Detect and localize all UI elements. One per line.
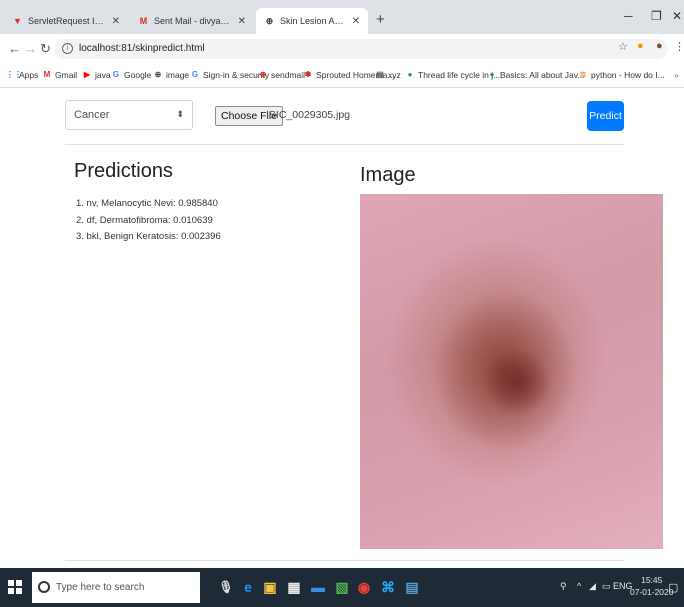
- tab-sent-mail[interactable]: M Sent Mail - divyakarthikeyan514 ✕: [130, 8, 254, 34]
- more-bookmarks-icon[interactable]: »: [674, 70, 679, 80]
- address-bar-row: ← → ↻ i localhost:81/skinpredict.html: [0, 34, 684, 64]
- category-select[interactable]: Cancer ⬍: [65, 100, 193, 130]
- divider: [65, 144, 625, 145]
- gmail-icon: M: [139, 16, 148, 26]
- photos-icon[interactable]: ▧: [334, 578, 350, 596]
- reload-icon[interactable]: ↻: [40, 41, 51, 57]
- bookmark-google[interactable]: G Google: [111, 70, 152, 80]
- forward-arrow-icon[interactable]: →: [24, 41, 37, 56]
- speaker-icon[interactable]: ▭: [602, 581, 611, 592]
- predictions-list: 1. nv, Melanocytic Nevi: 0.985840 2. df,…: [76, 198, 221, 248]
- bookmark-label: python - How do I...: [591, 70, 665, 80]
- tab-title: ServletRequest Interface - javatp: [28, 16, 106, 26]
- skin-lesion-image: [360, 194, 663, 549]
- new-tab-button[interactable]: +: [376, 11, 385, 28]
- bookmark-label: sendmail: [271, 70, 306, 80]
- close-icon[interactable]: ✕: [112, 16, 120, 27]
- clock-date: 07-01-2020: [630, 587, 674, 597]
- menu-icon[interactable]: ⋮: [674, 40, 684, 53]
- taskbar: Type here to search 🎙 e ▣ ▦ ▬ ▧ ◉ ⌘ ▤ ⚲ …: [0, 568, 684, 607]
- bookmark-label: Google: [124, 70, 152, 80]
- network-icon[interactable]: ◢: [589, 581, 596, 592]
- bookmark-label: Gmail: [55, 70, 78, 80]
- vscode-icon[interactable]: ⌘: [380, 578, 396, 596]
- bookmark-java[interactable]: ▶ java: [82, 70, 111, 80]
- bookmark-thread-life-cycle[interactable]: ● Thread life cycle in j...: [405, 70, 501, 80]
- page-content: Cancer ⬍ Choose File ISIC_0029305.jpg Pr…: [0, 88, 684, 568]
- predict-button[interactable]: Predict: [587, 101, 624, 131]
- clock-time: 15:45: [641, 575, 663, 585]
- people-tray-icon[interactable]: ⚲: [560, 581, 567, 592]
- bookmark-label: Basics: All about Jav...: [500, 70, 585, 80]
- prediction-item: 3. bkl, Benign Keratosis: 0.002396: [76, 231, 221, 242]
- bookmark-label: xyz: [388, 70, 401, 80]
- bookmark-apps[interactable]: ⋮⋮ Apps: [6, 70, 38, 80]
- browser-tab-strip: ▼ ServletRequest Interface - javatp ✕ M …: [0, 0, 684, 34]
- tab-title: Skin Lesion Analyzer App: [280, 16, 346, 26]
- globe-icon: ⊕: [154, 70, 162, 79]
- info-icon: ●: [407, 70, 413, 79]
- bookmark-image[interactable]: ⊕ image: [153, 70, 190, 80]
- bookmark-label: image: [166, 70, 190, 80]
- info-icon: ●: [489, 70, 495, 79]
- minimize-icon[interactable]: ─: [624, 9, 633, 23]
- globe-icon: ⊕: [265, 15, 274, 26]
- tab-servletrequest[interactable]: ▼ ServletRequest Interface - javatp ✕: [4, 8, 128, 34]
- info-icon[interactable]: i: [62, 43, 73, 54]
- store-icon[interactable]: ▣: [262, 578, 278, 596]
- microphone-icon[interactable]: 🎙: [218, 578, 234, 596]
- close-icon[interactable]: ✕: [352, 16, 360, 27]
- taskbar-search-box[interactable]: Type here to search: [32, 572, 200, 603]
- bookmarks-bar: ⋮⋮ Apps M Gmail ▶ java G Google ⊕ image G Sign…: [0, 64, 684, 88]
- prediction-item: 2. df, Dermatofibroma: 0.010639: [76, 214, 213, 226]
- chrome-icon[interactable]: ◉: [356, 578, 372, 596]
- javatpoint-icon: ▼: [13, 16, 22, 26]
- prediction-item: 1. nv, Melanocytic Nevi: 0.985840: [76, 198, 218, 209]
- globe-icon: ⊕: [259, 70, 267, 79]
- tab-title: Sent Mail - divyakarthikeyan514: [154, 16, 232, 26]
- search-placeholder: Type here to search: [56, 582, 145, 593]
- google-icon: G: [112, 70, 120, 79]
- youtube-icon: ▶: [83, 70, 91, 79]
- bookmark-label: Apps: [19, 70, 39, 80]
- close-icon[interactable]: ✕: [238, 16, 246, 27]
- file-explorer-icon[interactable]: ▬: [310, 578, 326, 596]
- bookmark-sendmail[interactable]: ⊕ sendmail: [258, 70, 305, 80]
- google-icon: G: [191, 70, 199, 79]
- back-arrow-icon[interactable]: ←: [8, 41, 21, 56]
- restore-icon[interactable]: ❐: [651, 9, 662, 23]
- chevron-up-icon[interactable]: ^: [577, 581, 581, 591]
- bookmark-gmail[interactable]: M Gmail: [42, 70, 78, 80]
- address-bar[interactable]: i localhost:81/skinpredict.html: [54, 39, 668, 59]
- divider: [65, 560, 625, 561]
- bookmark-xyz[interactable]: ▤ xyz: [375, 70, 401, 80]
- file-name: ISIC_0029305.jpg: [266, 109, 351, 121]
- windows-start-icon[interactable]: [8, 580, 22, 594]
- star-icon[interactable]: ☆: [618, 40, 628, 53]
- bookmark-python[interactable]: ≣ python - How do I...: [578, 70, 665, 80]
- predictions-heading: Predictions: [74, 160, 173, 182]
- bookmark-basics-java[interactable]: ● Basics: All about Jav...: [487, 70, 585, 80]
- people-icon[interactable]: ▦: [286, 578, 302, 596]
- image-heading: Image: [360, 164, 416, 186]
- sprout-icon: ✽: [304, 70, 312, 79]
- apps-grid-icon: ⋮⋮: [6, 70, 22, 79]
- gmail-icon: M: [43, 70, 51, 79]
- doc-icon: ▤: [376, 70, 384, 79]
- chevron-updown-icon: ⬍: [176, 109, 184, 119]
- select-value: Cancer: [74, 109, 110, 121]
- notifications-icon[interactable]: ▢: [668, 581, 678, 594]
- bookmark-label: java: [95, 70, 111, 80]
- notepad-icon[interactable]: ▤: [404, 578, 420, 596]
- stackoverflow-icon: ≣: [579, 70, 587, 79]
- clock[interactable]: 15:45 07-01-2020: [630, 574, 673, 598]
- extension-icon[interactable]: ●: [637, 40, 644, 52]
- close-window-icon[interactable]: ✕: [672, 9, 682, 23]
- cortana-icon: [38, 581, 50, 593]
- url-text[interactable]: localhost:81/skinpredict.html: [79, 43, 205, 54]
- avatar[interactable]: ●: [656, 40, 663, 52]
- tab-skin-lesion-analyzer[interactable]: ⊕ Skin Lesion Analyzer App ✕: [256, 8, 368, 34]
- edge-icon[interactable]: e: [240, 578, 256, 596]
